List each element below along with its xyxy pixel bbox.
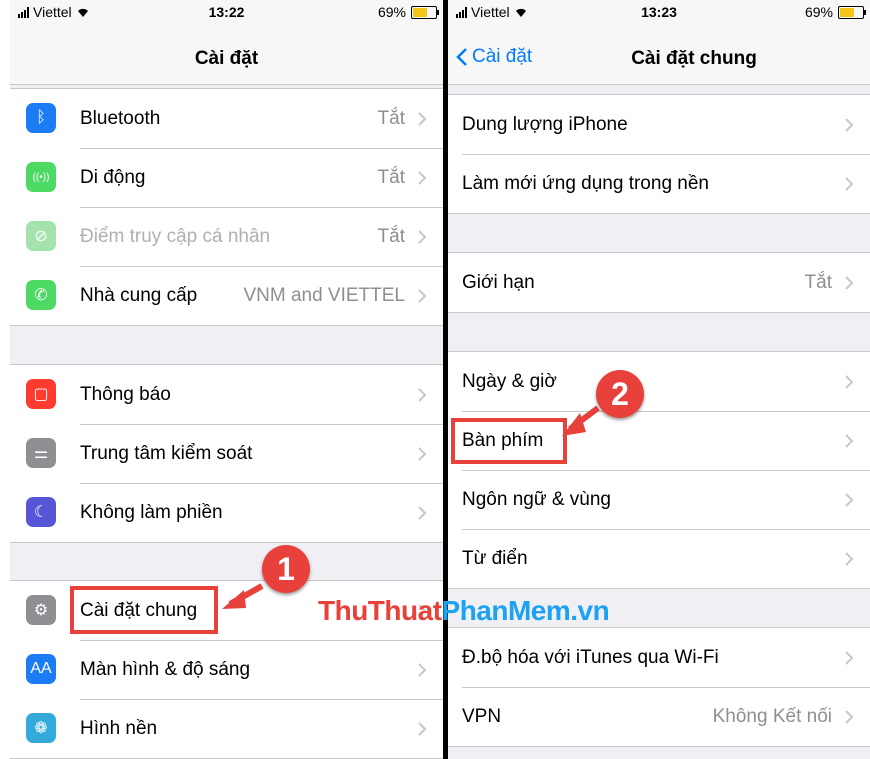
- chevron-right-icon: [845, 433, 854, 448]
- display-icon: AA: [26, 654, 56, 684]
- settings-row-hinh-nen[interactable]: ❁ Hình nền: [10, 699, 443, 758]
- row-label: VPN: [462, 705, 502, 727]
- settings-row-ngay-gio[interactable]: Ngày & giờ: [448, 352, 870, 411]
- row-value: Tắt: [377, 166, 405, 188]
- wallpaper-icon: ❁: [26, 713, 56, 743]
- settings-group-sync: Đ.bộ hóa với iTunes qua Wi-Fi VPN Không Kế…: [448, 627, 870, 747]
- bluetooth-icon: ᛒ: [26, 103, 56, 133]
- chevron-right-icon: [418, 662, 427, 677]
- chevron-right-icon: [418, 288, 427, 303]
- settings-row-d-bo-hoa-voi-itunes-qua-wi-fi[interactable]: Đ.bộ hóa với iTunes qua Wi-Fi: [448, 628, 870, 687]
- page-title: Cài đặt chung: [631, 48, 757, 69]
- row-label: Bluetooth: [80, 107, 161, 129]
- chevron-right-icon: [845, 492, 854, 507]
- chevron-right-icon: [845, 275, 854, 290]
- cellular-icon: ((•)): [26, 162, 56, 192]
- watermark-part1: ThuThuat: [318, 595, 442, 626]
- chevron-right-icon: [418, 387, 427, 402]
- chevron-right-icon: [418, 446, 427, 461]
- row-label: Điểm truy cập cá nhân: [80, 225, 271, 247]
- battery-percent: 69%: [377, 4, 406, 20]
- step-badge-2: 2: [596, 370, 644, 418]
- settings-group-notifications: ▢ Thông báo ⚌ Trung tâm kiểm soát ☾ Không làm…: [10, 364, 443, 543]
- row-label: Dung lượng iPhone: [462, 113, 628, 135]
- chevron-right-icon: [418, 111, 427, 126]
- row-label: Trung tâm kiểm soát: [80, 442, 253, 464]
- settings-row-khong-lam-phien[interactable]: ☾ Không làm phiền: [10, 483, 443, 542]
- settings-row-gioi-han[interactable]: Giới hạn Tắt: [448, 253, 870, 312]
- settings-row-thong-bao[interactable]: ▢ Thông báo: [10, 365, 443, 424]
- chevron-right-icon: [845, 650, 854, 665]
- status-bar: Viettel 13:22 69%: [10, 0, 443, 22]
- row-label: Không làm phiền: [80, 501, 223, 523]
- highlight-box-keyboard: [451, 418, 567, 464]
- settings-group-datetime: Ngày & giờ Bàn phím Ngôn ngữ & vùng Từ điển: [448, 351, 870, 589]
- settings-group-restrictions: Giới hạn Tắt: [448, 252, 870, 313]
- row-label: Từ điển: [462, 547, 528, 569]
- chevron-right-icon: [845, 117, 854, 132]
- row-value: Tắt: [804, 271, 832, 293]
- row-label: Màn hình & độ sáng: [80, 658, 251, 680]
- notifications-icon: ▢: [26, 379, 56, 409]
- watermark-part2: PhanMem.vn: [441, 595, 610, 626]
- moon-icon: ☾: [26, 497, 56, 527]
- row-label: Thông báo: [80, 383, 171, 405]
- row-label: Hình nền: [80, 717, 158, 739]
- row-label: Di động: [80, 166, 146, 188]
- settings-group-connectivity: ᛒ Bluetooth Tắt ((•)) Di động Tắt ⊘ Điểm truy c…: [10, 88, 443, 326]
- settings-row-nha-cung-cap[interactable]: ✆ Nhà cung cấp VNM and VIETTEL: [10, 266, 443, 325]
- row-value: Tắt: [377, 107, 405, 129]
- general-settings-screen: Viettel 13:23 69% Cài đặt Cài đặt chung …: [448, 0, 870, 759]
- chevron-right-icon: [418, 721, 427, 736]
- hotspot-icon: ⊘: [26, 221, 56, 251]
- settings-row-trung-tam-kiem-soat[interactable]: ⚌ Trung tâm kiểm soát: [10, 424, 443, 483]
- chevron-right-icon: [845, 176, 854, 191]
- row-label: Giới hạn: [462, 271, 535, 293]
- row-value: VNM and VIETTEL: [243, 284, 405, 306]
- settings-row-tu-dien[interactable]: Từ điển: [448, 529, 870, 588]
- settings-row-vpn[interactable]: VPN Không Kết nối: [448, 687, 870, 746]
- battery-icon: [411, 5, 439, 19]
- settings-row-man-hinh-do-sang[interactable]: AA Màn hình & độ sáng: [10, 640, 443, 699]
- chevron-right-icon: [418, 229, 427, 244]
- highlight-box-general: [70, 586, 218, 634]
- settings-row-bluetooth[interactable]: ᛒ Bluetooth Tắt: [10, 89, 443, 148]
- row-label: Làm mới ứng dụng trong nền: [462, 172, 709, 194]
- nav-bar: Cài đặt Cài đặt chung: [448, 22, 870, 85]
- row-label: Ngôn ngữ & vùng: [462, 488, 611, 510]
- control-center-icon: ⚌: [26, 438, 56, 468]
- settings-screen: Viettel 13:22 69% Cài đặt ᛒ Bluetooth Tắt(…: [10, 0, 443, 759]
- settings-row-dung-luong-iphone[interactable]: Dung lượng iPhone: [448, 95, 870, 154]
- settings-row-diem-truy-cap-ca-nhan[interactable]: ⊘ Điểm truy cập cá nhân Tắt: [10, 207, 443, 266]
- battery-percent: 69%: [804, 4, 833, 20]
- row-label: Đ.bộ hóa với iTunes qua Wi-Fi: [462, 646, 719, 668]
- nav-bar: Cài đặt: [10, 22, 443, 85]
- phone-icon: ✆: [26, 280, 56, 310]
- status-bar: Viettel 13:23 69%: [448, 0, 870, 22]
- chevron-left-icon: [456, 48, 467, 66]
- settings-group-storage: Dung lượng iPhone Làm mới ứng dụng trong …: [448, 94, 870, 214]
- row-value: Tắt: [377, 225, 405, 247]
- row-value: Không Kết nối: [712, 705, 832, 727]
- settings-row-lam-moi-ung-dung-trong-nen[interactable]: Làm mới ứng dụng trong nền: [448, 154, 870, 213]
- chevron-right-icon: [418, 170, 427, 185]
- step-badge-1: 1: [262, 545, 310, 593]
- settings-row-di-dong[interactable]: ((•)) Di động Tắt: [10, 148, 443, 207]
- battery-icon: [838, 5, 866, 19]
- chevron-right-icon: [845, 551, 854, 566]
- chevron-right-icon: [845, 374, 854, 389]
- chevron-right-icon: [418, 505, 427, 520]
- chevron-right-icon: [845, 709, 854, 724]
- page-title: Cài đặt: [194, 48, 259, 69]
- row-label: Ngày & giờ: [462, 370, 557, 392]
- settings-row-ngon-ngu-vung[interactable]: Ngôn ngữ & vùng: [448, 470, 870, 529]
- gear-icon: ⚙: [26, 595, 56, 625]
- row-label: Nhà cung cấp: [80, 284, 198, 306]
- watermark: ThuThuatPhanMem.vn: [318, 595, 610, 627]
